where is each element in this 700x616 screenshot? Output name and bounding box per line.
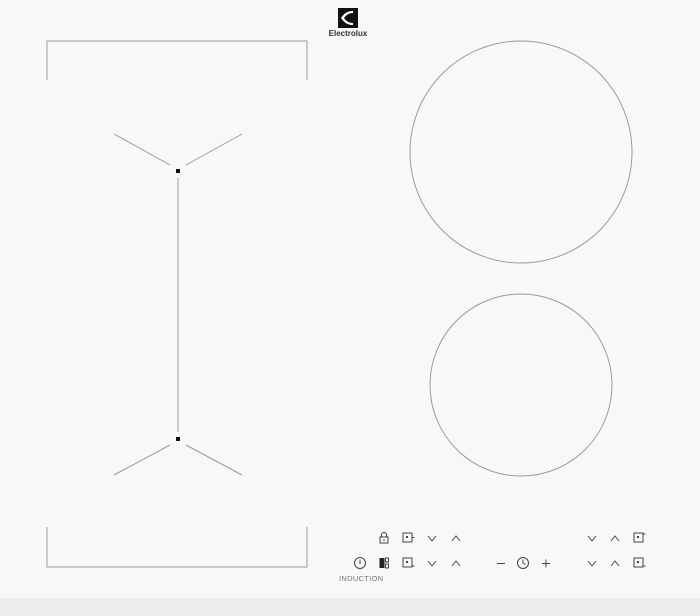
power-button[interactable] xyxy=(352,555,368,571)
chevron-down-icon xyxy=(427,535,437,542)
zone-select-icon xyxy=(402,557,415,568)
zone-select-button-front[interactable] xyxy=(400,555,416,571)
bridge-zone-marker-line xyxy=(185,444,243,476)
bridge-zone-marker-line xyxy=(113,444,171,476)
lock-button[interactable] xyxy=(376,530,392,546)
power-icon xyxy=(354,557,366,569)
booster-icon xyxy=(379,557,389,569)
cooking-surface xyxy=(0,40,700,616)
induction-hob: Electrolux INDUCTION xyxy=(0,0,700,616)
power-up-button-front-right[interactable] xyxy=(607,555,623,571)
chevron-up-icon xyxy=(451,535,461,542)
zone-select-button-rear-right[interactable] xyxy=(631,530,647,546)
front-edge xyxy=(0,598,700,616)
power-down-button[interactable] xyxy=(424,530,440,546)
zone-select-button[interactable] xyxy=(400,530,416,546)
power-up-button[interactable] xyxy=(448,530,464,546)
chevron-down-icon xyxy=(587,560,597,567)
brand-name: Electrolux xyxy=(328,29,368,38)
chevron-down-icon xyxy=(587,535,597,542)
zone-select-icon xyxy=(402,532,415,543)
bridge-zone-marker-line xyxy=(113,133,171,166)
brand-logo: Electrolux xyxy=(316,8,380,38)
electrolux-logo-icon xyxy=(338,8,358,28)
booster-button[interactable] xyxy=(376,555,392,571)
chevron-up-icon xyxy=(610,535,620,542)
power-up-button-front[interactable] xyxy=(448,555,464,571)
power-down-button-right[interactable] xyxy=(584,530,600,546)
power-down-button-front[interactable] xyxy=(424,555,440,571)
bridge-zone-bottom-dot xyxy=(176,437,180,441)
bridge-zone-top-dot xyxy=(176,169,180,173)
induction-label: INDUCTION xyxy=(339,574,384,583)
chevron-up-icon xyxy=(610,560,620,567)
zone-select-icon xyxy=(633,532,646,543)
zone-select-icon xyxy=(633,557,646,568)
timer-icon xyxy=(517,557,529,569)
power-up-button-right[interactable] xyxy=(607,530,623,546)
chevron-down-icon xyxy=(427,560,437,567)
timer-button[interactable] xyxy=(515,555,531,571)
bridge-zone-marker-line xyxy=(185,133,243,166)
zone-select-button-front-right[interactable] xyxy=(631,555,647,571)
bridge-zone-bottom-bracket xyxy=(46,527,308,568)
round-zone-rear-right xyxy=(409,40,633,264)
power-down-button-front-right[interactable] xyxy=(584,555,600,571)
lock-icon xyxy=(379,532,389,544)
minus-icon xyxy=(497,563,505,564)
bridge-zone-left xyxy=(46,40,308,568)
chevron-up-icon xyxy=(451,560,461,567)
timer-minus-button[interactable] xyxy=(493,555,509,571)
plus-icon xyxy=(542,559,550,568)
timer-plus-button[interactable] xyxy=(538,555,554,571)
round-zone-front-right xyxy=(429,293,613,477)
bridge-zone-top-bracket xyxy=(46,40,308,80)
